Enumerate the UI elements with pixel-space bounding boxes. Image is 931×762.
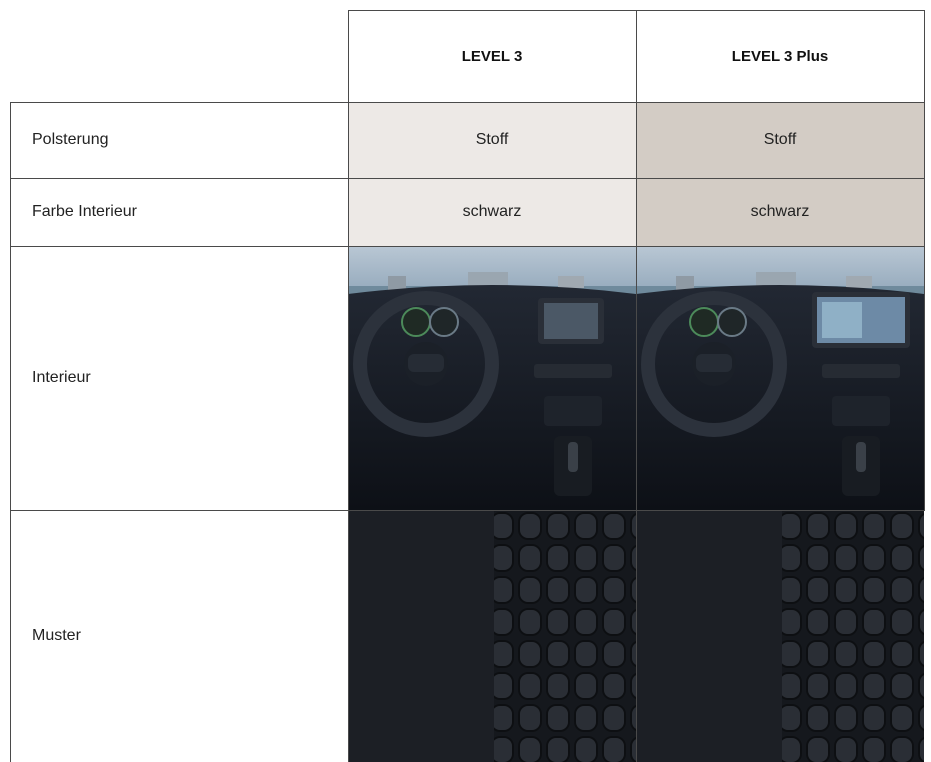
interior-image-level-3-plus xyxy=(636,246,924,510)
column-header-level-3: LEVEL 3 xyxy=(461,47,523,65)
grid-line xyxy=(348,10,349,762)
comparison-table: LEVEL 3 LEVEL 3 Plus Polsterung Stoff St… xyxy=(0,0,931,762)
row-label-farbe-interieur: Farbe Interieur xyxy=(32,203,137,220)
farbe-level-3-plus: schwarz xyxy=(636,178,924,246)
grid-line xyxy=(10,510,925,511)
fabric-pattern-level-3 xyxy=(348,510,636,762)
grid-line xyxy=(10,102,11,762)
column-header-level-3-plus: LEVEL 3 Plus xyxy=(731,47,829,65)
row-label-interieur: Interieur xyxy=(32,369,91,386)
grid-line xyxy=(10,102,925,103)
polsterung-level-3-plus: Stoff xyxy=(636,102,924,178)
farbe-level-3: schwarz xyxy=(348,178,636,246)
grid-line xyxy=(924,10,925,510)
grid-line xyxy=(348,10,925,11)
grid-line xyxy=(10,246,925,247)
polsterung-level-3: Stoff xyxy=(348,102,636,178)
interior-image-level-3 xyxy=(348,246,636,510)
grid-line xyxy=(636,10,637,762)
row-label-polsterung: Polsterung xyxy=(32,131,109,148)
grid-line xyxy=(10,178,925,179)
fabric-pattern-level-3-plus xyxy=(636,510,924,762)
row-label-muster: Muster xyxy=(32,627,81,644)
